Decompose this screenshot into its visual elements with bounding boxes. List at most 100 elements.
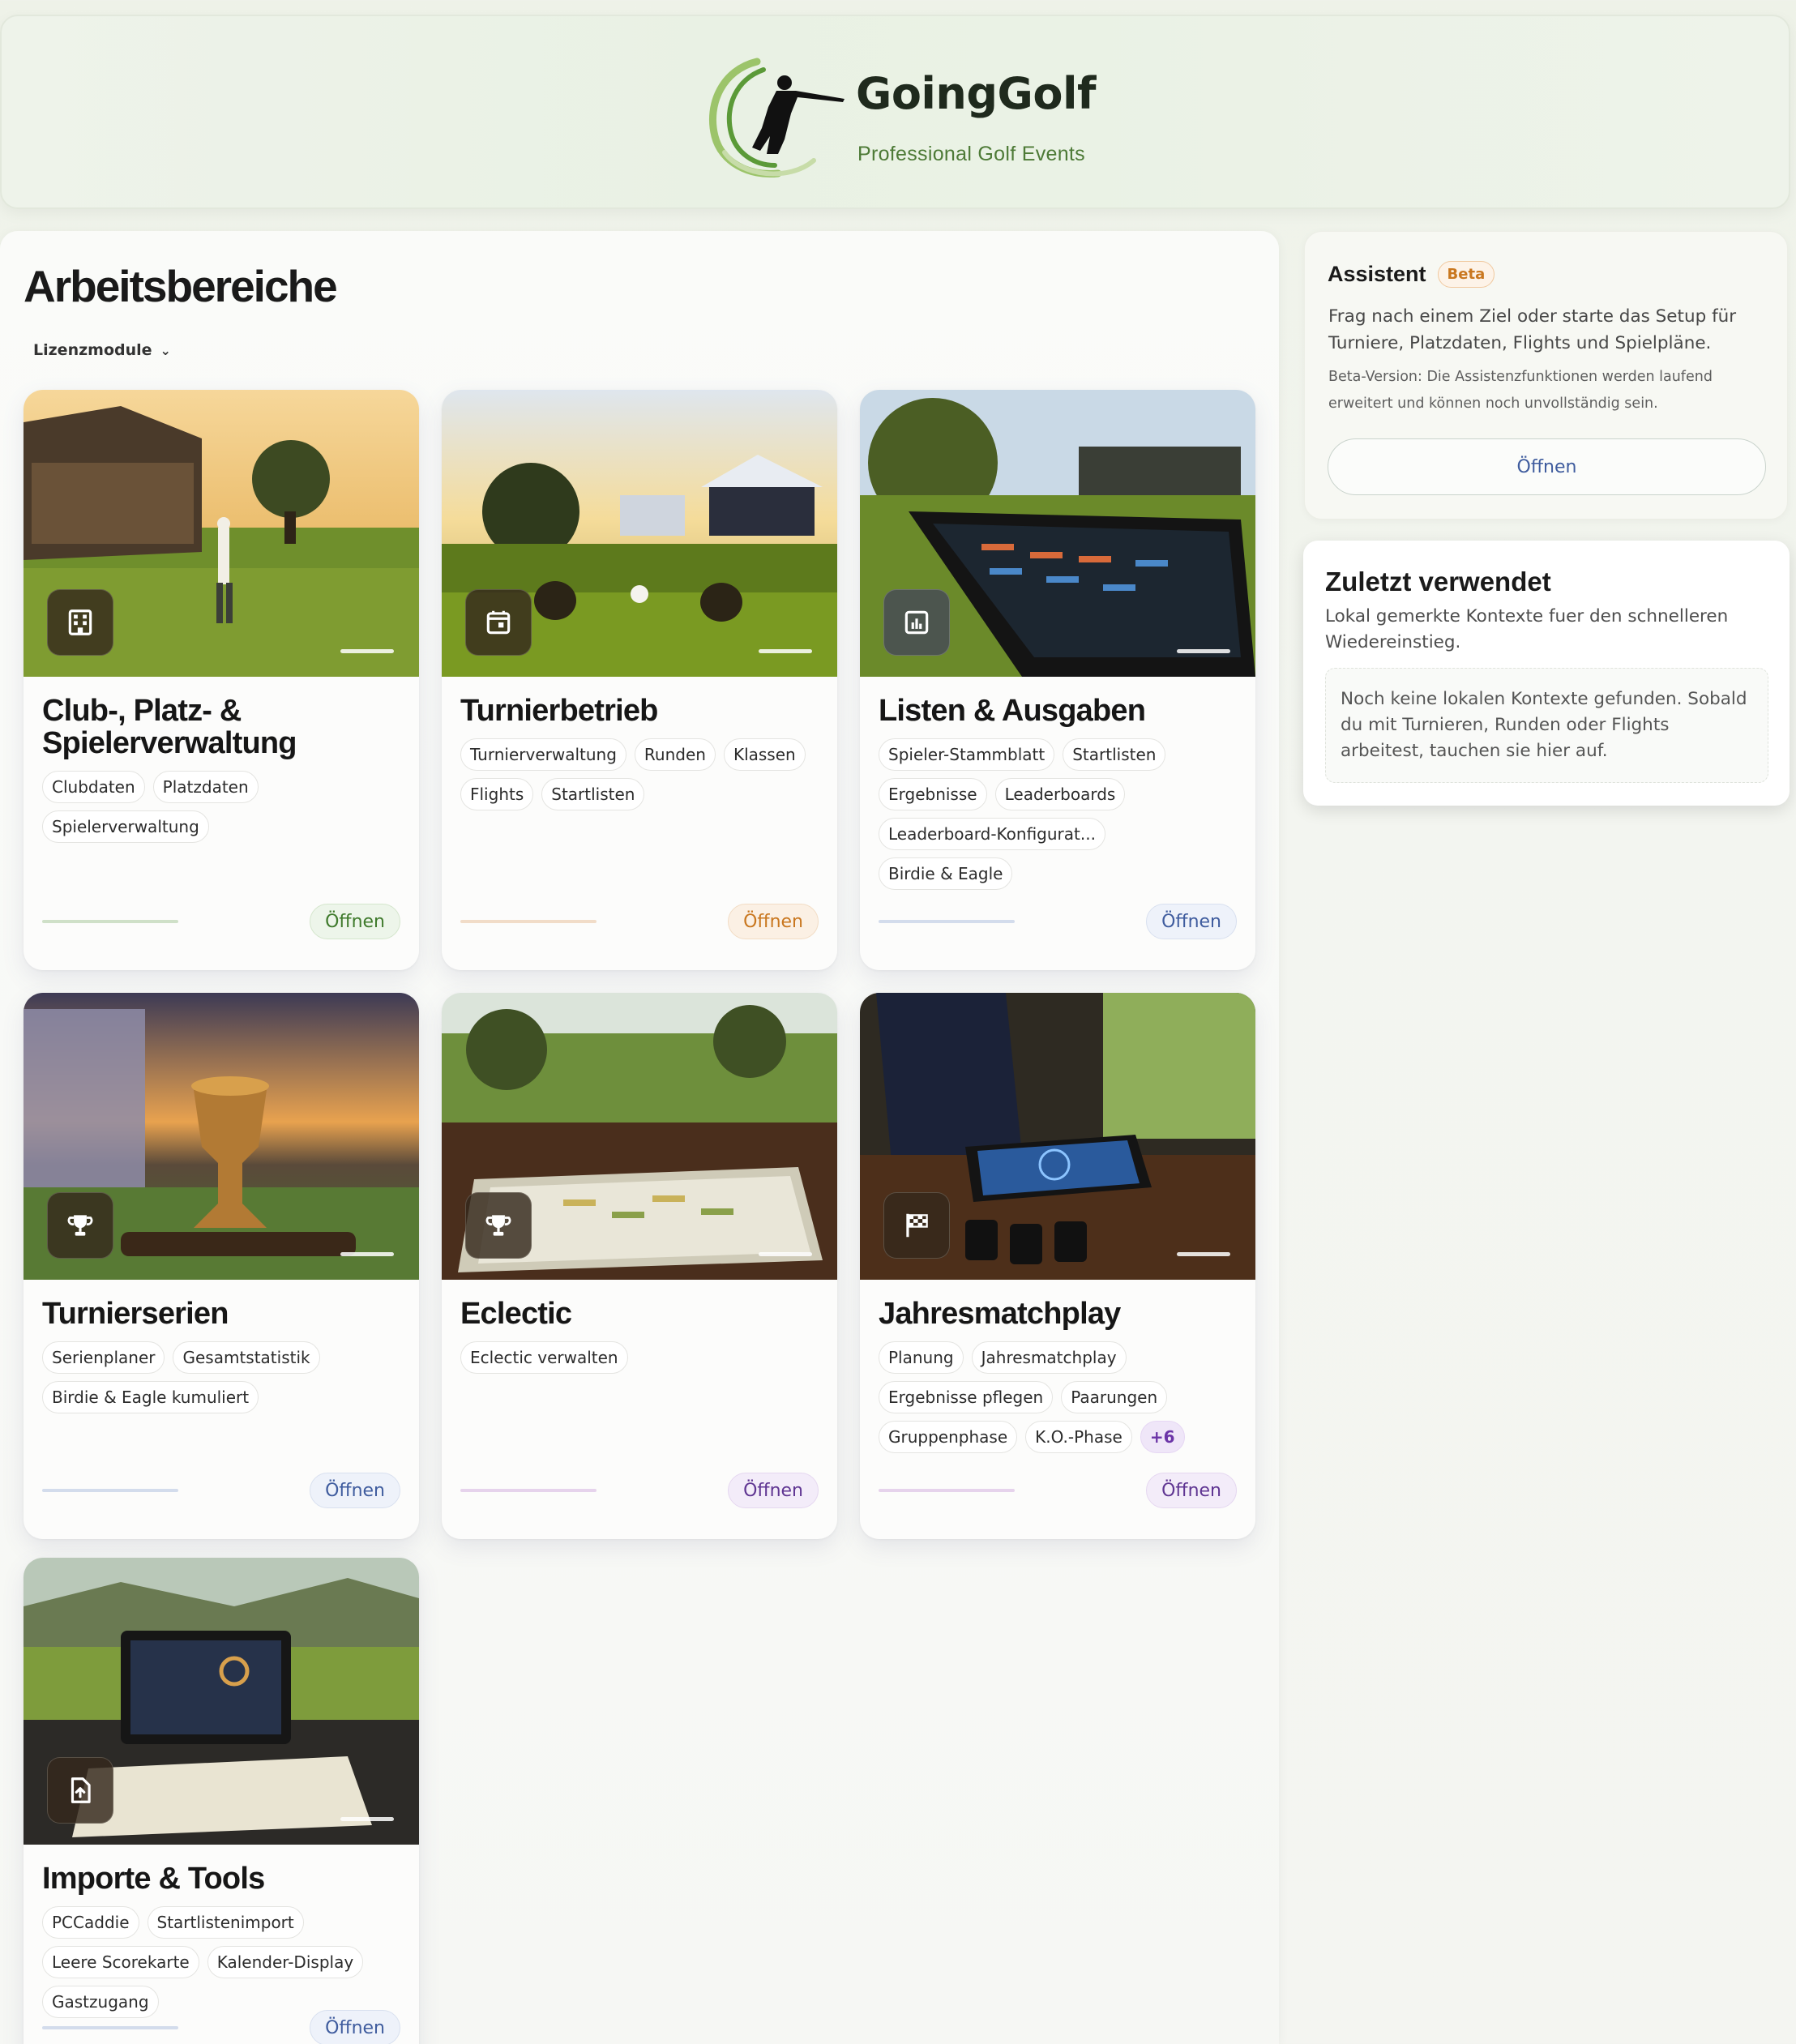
beta-badge: Beta xyxy=(1437,261,1495,288)
tag-chip[interactable]: Startlistenimport xyxy=(147,1906,304,1939)
assistant-header: Assistent Beta xyxy=(1328,261,1495,288)
tag-chip[interactable]: Spieler-Stammblatt xyxy=(879,738,1055,771)
tag-chip[interactable]: PCCaddie xyxy=(42,1906,139,1939)
tag-chip[interactable]: Runden xyxy=(634,738,716,771)
calendar-icon xyxy=(465,589,532,656)
card-image xyxy=(24,993,419,1280)
card-title: Turnierbetrieb xyxy=(460,694,658,728)
tag-chip[interactable]: Birdie & Eagle xyxy=(879,857,1013,890)
accent-line xyxy=(42,920,178,923)
card-title: Club-, Platz- & Spielerverwaltung xyxy=(42,694,297,760)
license-modules-dropdown[interactable]: Lizenzmodule ⌄ xyxy=(33,341,171,359)
card-title: Listen & Ausgaben xyxy=(879,694,1146,728)
accent-line xyxy=(460,1489,597,1492)
recent-title: Zuletzt verwendet xyxy=(1325,567,1551,597)
file-upload-icon xyxy=(47,1757,113,1824)
open-button[interactable]: Öffnen xyxy=(310,1473,400,1508)
carousel-indicator xyxy=(1177,1252,1230,1256)
card-image xyxy=(24,1558,419,1845)
card-title: Eclectic xyxy=(460,1297,572,1331)
tag-chip[interactable]: Startlisten xyxy=(1063,738,1166,771)
open-button[interactable]: Öffnen xyxy=(1146,904,1237,939)
card-footer: Öffnen xyxy=(460,904,819,939)
dropdown-label: Lizenzmodule xyxy=(33,341,152,359)
card-image xyxy=(442,993,837,1280)
assistant-note: Beta-Version: Die Assistenzfunktionen we… xyxy=(1328,369,1713,412)
assistant-title: Assistent xyxy=(1328,262,1426,286)
card-tags: Serienplaner Gesamtstatistik Birdie & Ea… xyxy=(42,1341,401,1413)
workspace-card-series[interactable]: Turnierserien Serienplaner Gesamtstatist… xyxy=(24,993,419,1539)
workspaces-panel: Arbeitsbereiche Lizenzmodule ⌄ Club-, Pl… xyxy=(0,231,1279,2044)
tag-chip[interactable]: Serienplaner xyxy=(42,1341,165,1374)
tag-chip[interactable]: Kalender-Display xyxy=(207,1946,364,1978)
card-tags: Turnierverwaltung Runden Klassen Flights… xyxy=(460,738,819,810)
tag-chip[interactable]: Leaderboard-Konfigurat... xyxy=(879,818,1105,850)
card-title: Jahresmatchplay xyxy=(879,1297,1121,1331)
card-footer: Öffnen xyxy=(42,1473,400,1508)
workspace-card-lists[interactable]: Listen & Ausgaben Spieler-Stammblatt Sta… xyxy=(860,390,1255,970)
tag-chip[interactable]: Clubdaten xyxy=(42,771,145,803)
card-image xyxy=(860,993,1255,1280)
workspace-card-tournament[interactable]: Turnierbetrieb Turnierverwaltung Runden … xyxy=(442,390,837,970)
tag-chip[interactable]: Turnierverwaltung xyxy=(460,738,626,771)
carousel-indicator xyxy=(759,649,812,653)
workspace-card-eclectic[interactable]: Eclectic Eclectic verwalten Öffnen xyxy=(442,993,837,1539)
tag-chip[interactable]: Klassen xyxy=(723,738,806,771)
tag-chip[interactable]: Platzdaten xyxy=(152,771,259,803)
tag-chip[interactable]: Gesamtstatistik xyxy=(173,1341,320,1374)
assistant-open-button[interactable]: Öffnen xyxy=(1328,438,1766,495)
tag-chip[interactable]: Startlisten xyxy=(541,778,645,810)
assistant-panel: Assistent Beta Frag nach einem Ziel oder… xyxy=(1304,231,1788,520)
open-button[interactable]: Öffnen xyxy=(1146,1473,1237,1508)
brand-logo[interactable]: GoingGolf Professional Golf Events xyxy=(700,55,1105,185)
carousel-indicator xyxy=(340,1817,394,1821)
card-image xyxy=(860,390,1255,677)
workspace-card-club[interactable]: Club-, Platz- & Spielerverwaltung Clubda… xyxy=(24,390,419,970)
recent-panel: Zuletzt verwendet Lokal gemerkte Kontext… xyxy=(1303,541,1790,806)
tag-chip[interactable]: Ergebnisse pflegen xyxy=(879,1381,1054,1413)
tag-chip[interactable]: Paarungen xyxy=(1061,1381,1168,1413)
accent-line xyxy=(460,920,597,923)
tag-chip[interactable]: Leere Scorekarte xyxy=(42,1946,199,1978)
open-button[interactable]: Öffnen xyxy=(728,904,819,939)
chevron-down-icon: ⌄ xyxy=(160,342,171,358)
recent-empty-state: Noch keine lokalen Kontexte gefunden. So… xyxy=(1325,668,1768,783)
tag-chip[interactable]: Ergebnisse xyxy=(879,778,987,810)
tag-chip[interactable]: Spielerverwaltung xyxy=(42,810,209,843)
tag-chip[interactable]: Gruppenphase xyxy=(879,1421,1018,1453)
tag-chip[interactable]: Leaderboards xyxy=(994,778,1126,810)
tag-chip[interactable]: Planung xyxy=(879,1341,964,1374)
accent-line xyxy=(42,1489,178,1492)
card-tags: Eclectic verwalten xyxy=(460,1341,819,1374)
workspace-card-matchplay[interactable]: Jahresmatchplay Planung Jahresmatchplay … xyxy=(860,993,1255,1539)
open-button[interactable]: Öffnen xyxy=(310,904,400,939)
card-tags: PCCaddie Startlistenimport Leere Scoreka… xyxy=(42,1906,401,2018)
card-footer: Öffnen xyxy=(460,1473,819,1508)
tag-chip[interactable]: Birdie & Eagle kumuliert xyxy=(42,1381,259,1413)
assistant-description: Frag nach einem Ziel oder starte das Set… xyxy=(1328,306,1737,353)
tag-chip[interactable]: K.O.-Phase xyxy=(1025,1421,1132,1453)
card-tags: Spieler-Stammblatt Startlisten Ergebniss… xyxy=(879,738,1238,890)
open-button[interactable]: Öffnen xyxy=(728,1473,819,1508)
page-title: Arbeitsbereiche xyxy=(24,261,338,311)
tag-chip[interactable]: Jahresmatchplay xyxy=(971,1341,1127,1374)
checkered-flag-icon xyxy=(883,1192,950,1259)
golfer-logo-icon xyxy=(708,58,845,178)
trophy-icon xyxy=(465,1192,532,1259)
carousel-indicator xyxy=(340,1252,394,1256)
tag-chip[interactable]: Flights xyxy=(460,778,534,810)
card-title: Importe & Tools xyxy=(42,1862,265,1896)
card-image xyxy=(24,390,419,677)
accent-line xyxy=(42,2026,178,2029)
workspace-card-imports[interactable]: Importe & Tools PCCaddie Startlistenimpo… xyxy=(24,1558,419,2044)
building-icon xyxy=(47,589,113,656)
card-footer: Öffnen xyxy=(42,904,400,939)
tag-chip[interactable]: Eclectic verwalten xyxy=(460,1341,628,1374)
app-header: GoingGolf Professional Golf Events xyxy=(0,15,1790,209)
more-tags-chip[interactable]: +6 xyxy=(1140,1421,1185,1453)
card-tags: Clubdaten Platzdaten Spielerverwaltung xyxy=(42,771,401,843)
card-image xyxy=(442,390,837,677)
open-button[interactable]: Öffnen xyxy=(310,2010,400,2044)
carousel-indicator xyxy=(340,649,394,653)
trophy-icon xyxy=(47,1192,113,1259)
